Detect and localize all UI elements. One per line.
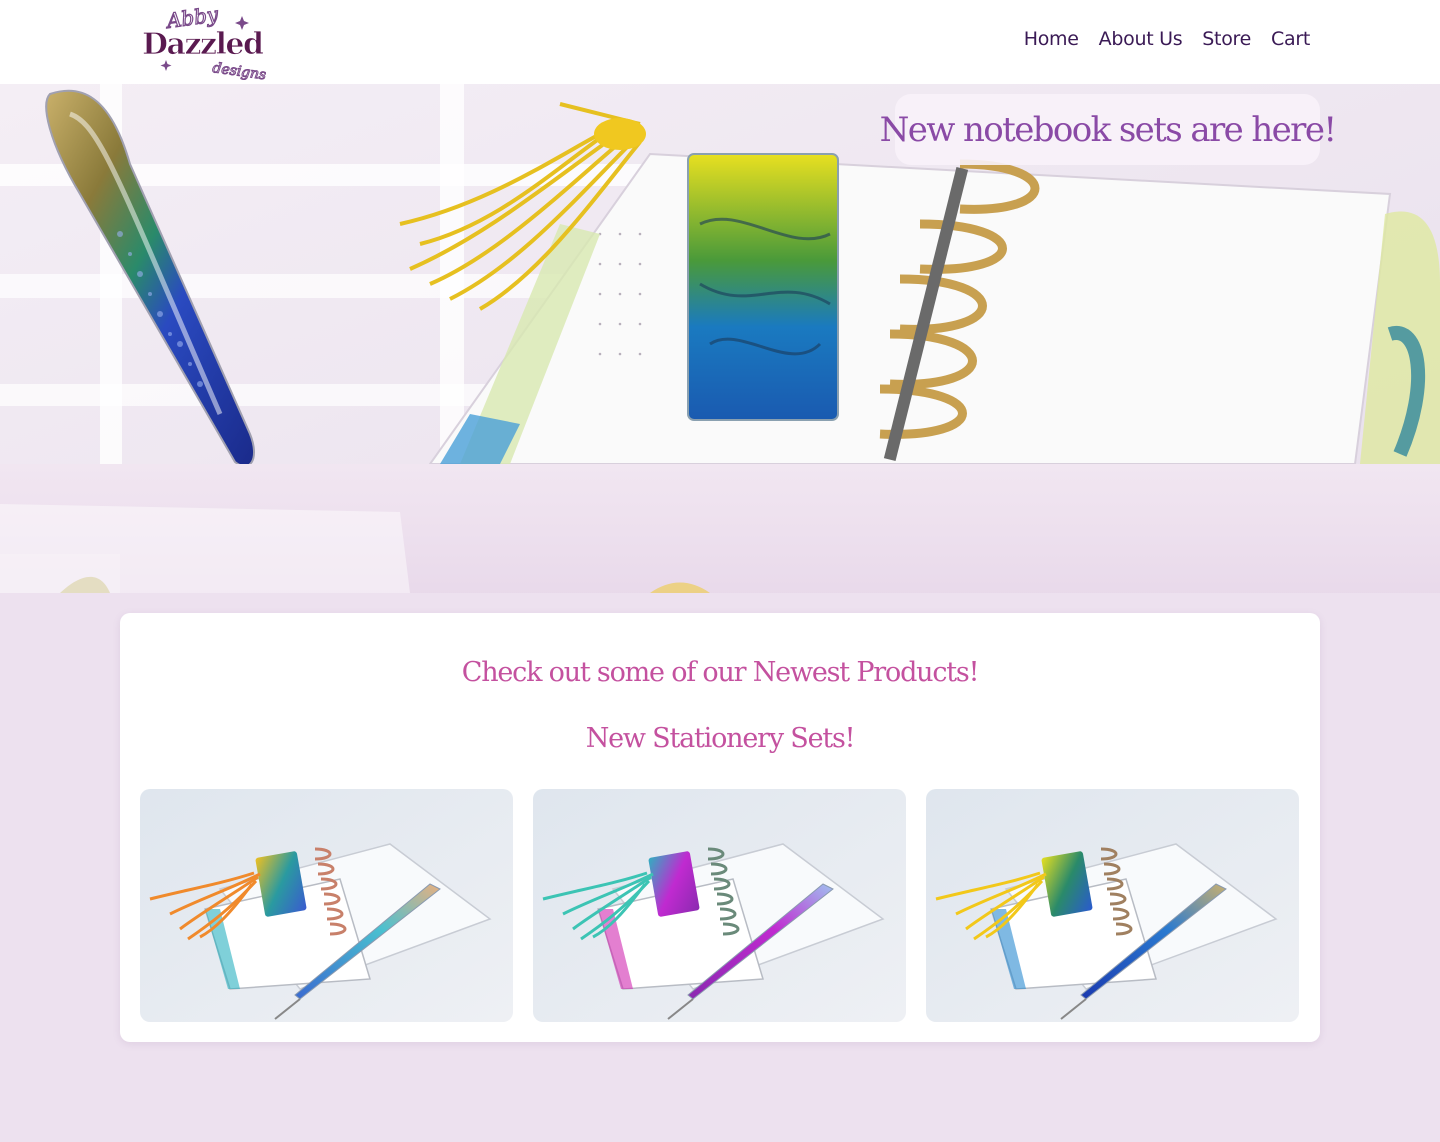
section-title: Check out some of our Newest Products!	[461, 657, 980, 688]
product-photo	[533, 789, 906, 1022]
hero-section: New notebook sets are here!	[0, 84, 1440, 593]
product-image-2[interactable]	[533, 789, 906, 1022]
logo-sub-text: designs	[211, 60, 266, 80]
product-photo	[140, 789, 513, 1022]
site-logo[interactable]: Abby Dazzled designs	[138, 4, 266, 80]
hero-banner-text: New notebook sets are here!	[879, 109, 1337, 150]
product-image-1[interactable]	[140, 789, 513, 1022]
nav-cart[interactable]: Cart	[1271, 28, 1310, 50]
nav-about-us[interactable]: About Us	[1099, 28, 1183, 50]
hero-banner: New notebook sets are here!	[880, 94, 1337, 165]
logo-graphic: Abby Dazzled designs	[142, 4, 266, 80]
product-photo	[926, 789, 1299, 1022]
logo-main-text: Dazzled	[142, 27, 264, 62]
main-nav: Home About Us Store Cart	[1024, 28, 1311, 50]
product-gallery	[140, 789, 1300, 1022]
product-image-3[interactable]	[926, 789, 1299, 1022]
section-subtitle: New Stationery Sets!	[585, 723, 856, 754]
newest-products-card: Check out some of our Newest Products! N…	[120, 613, 1320, 1042]
nav-home[interactable]: Home	[1024, 28, 1079, 50]
nav-store[interactable]: Store	[1202, 28, 1251, 50]
site-header: Abby Dazzled designs Home About Us Store…	[0, 0, 1440, 84]
